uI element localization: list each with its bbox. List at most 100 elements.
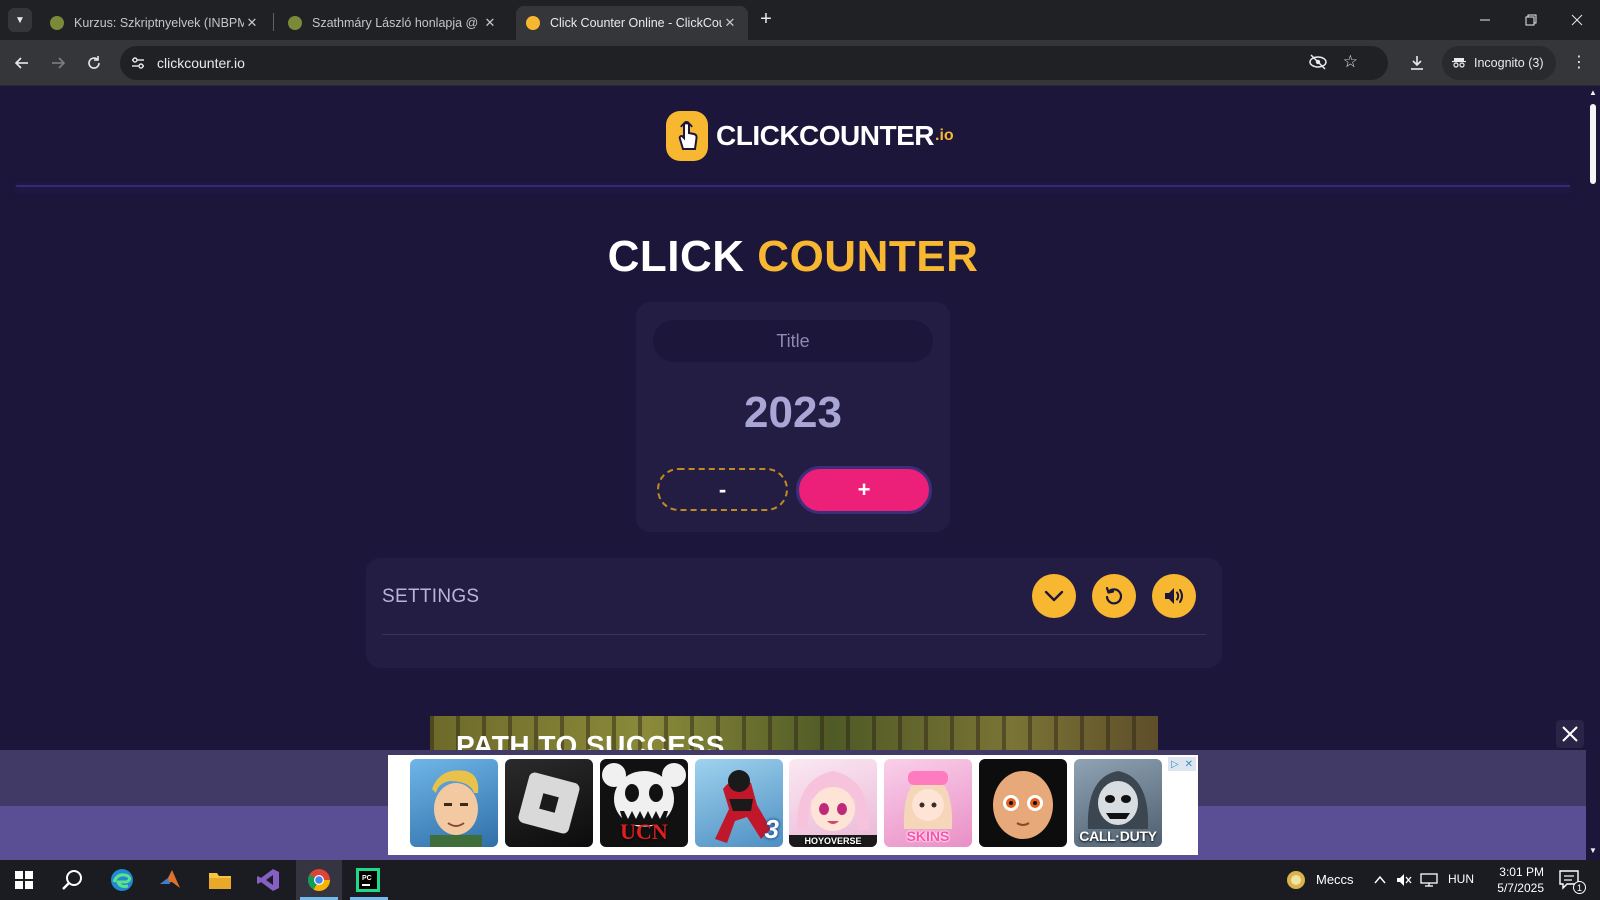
- eye-off-icon[interactable]: [1308, 53, 1328, 75]
- title-accent-part: COUNTER: [757, 232, 979, 281]
- site-settings-icon[interactable]: [128, 53, 148, 73]
- clock-time: 3:01 PM: [1499, 865, 1544, 879]
- settings-heading: SETTINGS: [382, 586, 480, 607]
- start-button[interactable]: [10, 866, 38, 894]
- site-favicon-icon: [288, 16, 302, 30]
- minimize-icon: [1480, 19, 1490, 21]
- minimize-button[interactable]: [1462, 0, 1508, 40]
- close-icon[interactable]: ✕: [244, 15, 260, 31]
- expand-settings-button[interactable]: [1032, 574, 1076, 618]
- new-tab-button[interactable]: +: [755, 9, 777, 31]
- windows-taskbar: PC Meccs HUN 3:01 PM 5/7/2025 1: [0, 860, 1600, 900]
- ad-tile-baby[interactable]: [979, 759, 1067, 847]
- download-icon: [1411, 56, 1423, 70]
- taskbar-search-button[interactable]: [58, 866, 86, 894]
- network-icon[interactable]: [1418, 866, 1440, 894]
- tab-click-counter[interactable]: Click Counter Online - ClickCou ✕: [516, 6, 748, 40]
- tab-kurzus[interactable]: Kurzus: Szkriptnyelvek (INBPM9 ✕: [40, 6, 270, 40]
- incognito-label: Incognito (3): [1474, 56, 1544, 70]
- title-white-part: CLICK: [607, 232, 745, 281]
- browser-menu-button[interactable]: ⋮: [1566, 50, 1592, 76]
- tab-separator: [273, 13, 274, 31]
- hand-pointer-icon: [666, 111, 708, 161]
- ad-tile-hoyoverse[interactable]: HOYOVERSE: [789, 759, 877, 847]
- weather-widget-icon[interactable]: [1282, 866, 1310, 894]
- ad-tile-skins[interactable]: SKINS: [884, 759, 972, 847]
- action-center-button[interactable]: 1: [1556, 866, 1586, 894]
- chevron-down-icon: ▼: [15, 14, 25, 26]
- forward-button[interactable]: [45, 50, 71, 76]
- speaker-icon: [1165, 588, 1183, 604]
- taskbar-matlab[interactable]: [156, 866, 184, 894]
- close-icon: [1571, 14, 1583, 26]
- pycharm-icon: PC: [356, 868, 380, 892]
- speaker-muted-icon[interactable]: [1394, 866, 1414, 894]
- site-logo[interactable]: CLICKCOUNTER .io: [666, 110, 954, 162]
- arrow-right-icon: [52, 57, 66, 69]
- incognito-icon: [1452, 56, 1466, 71]
- counter-card: 2023 - +: [636, 302, 950, 532]
- clickcounter-favicon-icon: [526, 16, 540, 30]
- ad-choices-badge[interactable]: ▷ ✕: [1168, 757, 1196, 771]
- tab-szathmary[interactable]: Szathmáry László honlapja @ D ✕: [278, 6, 508, 40]
- notification-count-badge: 1: [1573, 881, 1586, 894]
- page-viewport: CLICKCOUNTER .io CLICK COUNTER 2023 - + …: [0, 86, 1586, 860]
- ad-tile-fortnite[interactable]: [410, 759, 498, 847]
- restore-icon: [1525, 14, 1537, 26]
- moodle-favicon-icon: [50, 16, 64, 30]
- restore-button[interactable]: [1508, 0, 1554, 40]
- scroll-down-arrow-icon[interactable]: ▼: [1589, 846, 1597, 855]
- incognito-profile-button[interactable]: Incognito (3): [1442, 46, 1556, 80]
- close-window-button[interactable]: [1554, 0, 1600, 40]
- reset-button[interactable]: [1092, 574, 1136, 618]
- weather-widget-label[interactable]: Meccs: [1316, 872, 1354, 887]
- tab-title: Kurzus: Szkriptnyelvek (INBPM9: [74, 16, 244, 30]
- back-button[interactable]: [9, 50, 35, 76]
- sound-toggle-button[interactable]: [1152, 574, 1196, 618]
- ad-tile-call-of-duty[interactable]: CALL·DUTY: [1074, 759, 1162, 847]
- ad-tile-spiderman[interactable]: 3: [695, 759, 783, 847]
- clock-date: 5/7/2025: [1497, 881, 1544, 895]
- character-face-icon: [430, 770, 482, 847]
- roblox-logo-icon: [518, 772, 580, 834]
- url-text[interactable]: clickcounter.io: [157, 55, 245, 71]
- game-ad-strip: UCN 3 HOYOVERSE SKINS CALL·DUTY ▷ ✕: [388, 755, 1198, 855]
- visual-studio-icon: [257, 869, 279, 891]
- counter-title-input[interactable]: [653, 320, 933, 362]
- close-ad-button[interactable]: [1556, 720, 1584, 748]
- taskbar-chrome[interactable]: [305, 866, 333, 894]
- taskbar-visual-studio[interactable]: [254, 866, 282, 894]
- ad-tile-ucn[interactable]: UCN: [600, 759, 688, 847]
- reload-button[interactable]: [81, 50, 107, 76]
- ad-choices-icon: ▷: [1170, 758, 1179, 770]
- folder-icon: [209, 873, 231, 889]
- scrollbar-thumb[interactable]: [1590, 104, 1596, 184]
- counter-value: 2023: [744, 388, 842, 437]
- scroll-up-arrow-icon[interactable]: ▲: [1589, 88, 1597, 97]
- header-divider: [16, 185, 1570, 187]
- taskbar-pycharm[interactable]: PC: [354, 866, 382, 894]
- ad-tile-roblox[interactable]: [505, 759, 593, 847]
- taskbar-edge[interactable]: [108, 866, 136, 894]
- hidden-icons-chevron-up-icon[interactable]: [1372, 866, 1388, 894]
- bookmark-star-icon[interactable]: ☆: [1343, 52, 1358, 72]
- matlab-icon: [160, 870, 180, 888]
- tab-title: Szathmáry László honlapja @ D: [312, 16, 482, 30]
- system-clock[interactable]: 3:01 PM 5/7/2025: [1474, 864, 1544, 896]
- close-icon[interactable]: ✕: [722, 15, 738, 31]
- page-scrollbar[interactable]: ▲ ▼: [1586, 86, 1600, 860]
- page-title: CLICK COUNTER: [0, 232, 1586, 282]
- logo-tld: .io: [935, 127, 954, 144]
- taskbar-file-explorer[interactable]: [206, 866, 234, 894]
- decrement-button[interactable]: -: [657, 468, 788, 511]
- chrome-icon: [308, 869, 330, 891]
- close-icon[interactable]: ✕: [1185, 759, 1193, 770]
- tab-search-button[interactable]: ▼: [8, 8, 32, 32]
- chevron-down-icon: [1044, 590, 1064, 602]
- address-bar[interactable]: clickcounter.io ☆: [120, 46, 1388, 80]
- downloads-button[interactable]: [1404, 50, 1430, 76]
- increment-button[interactable]: +: [796, 466, 932, 514]
- close-icon[interactable]: ✕: [482, 15, 498, 31]
- site-header: CLICKCOUNTER .io: [0, 86, 1586, 187]
- input-language-label[interactable]: HUN: [1448, 872, 1474, 886]
